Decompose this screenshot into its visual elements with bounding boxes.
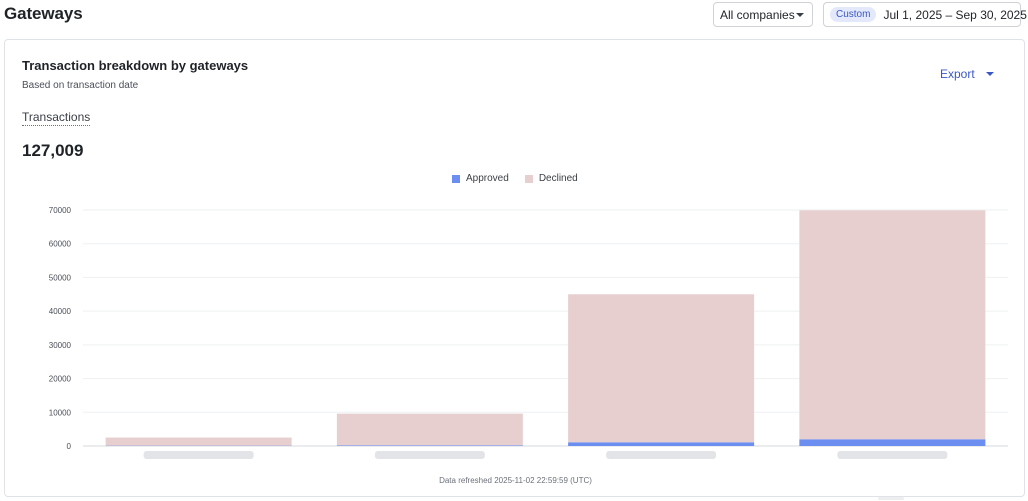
page-title: Gateways	[4, 4, 83, 23]
x-tick-label-redacted	[143, 451, 254, 459]
bar-declined-4	[799, 210, 986, 440]
bar-declined-2	[336, 413, 523, 446]
chart-card: Transaction breakdown by gateways Based …	[4, 39, 1025, 497]
y-tick-label: 20000	[49, 375, 72, 384]
bar-declined-3	[568, 294, 755, 443]
company-select-value: All companies	[720, 7, 795, 22]
page-header: Gateways All companies Custom Jul 1, 202…	[0, 0, 1028, 36]
bar-declined-1	[105, 437, 292, 446]
y-tick-label: 50000	[49, 273, 72, 282]
data-refreshed-note: Data refreshed 2025-11-02 22:59:59 (UTC)	[439, 476, 592, 485]
chevron-down-icon	[796, 13, 804, 17]
bar-approved-4	[799, 439, 986, 446]
bar-approved-2	[336, 445, 523, 446]
x-tick-label-redacted	[606, 451, 717, 459]
y-tick-label: 30000	[49, 341, 72, 350]
y-tick-label: 40000	[49, 307, 72, 316]
date-range-text: Jul 1, 2025 – Sep 30, 2025	[883, 7, 1027, 22]
y-tick-label: 10000	[49, 408, 72, 417]
bar-approved-3	[568, 442, 755, 446]
scroll-indicator[interactable]	[878, 497, 904, 500]
y-tick-label: 60000	[49, 240, 72, 249]
company-select[interactable]: All companies	[713, 2, 813, 27]
bar-chart: 70000 60000 50000 40000 30000 20000 10000 0	[49, 206, 1008, 459]
x-tick-label-redacted	[374, 451, 485, 459]
x-tick-label-redacted	[837, 451, 948, 459]
y-tick-label: 0	[67, 442, 72, 451]
y-tick-label: 70000	[49, 206, 72, 215]
date-range-badge: Custom	[830, 7, 877, 22]
date-range-picker[interactable]: Custom Jul 1, 2025 – Sep 30, 2025	[823, 2, 1027, 27]
